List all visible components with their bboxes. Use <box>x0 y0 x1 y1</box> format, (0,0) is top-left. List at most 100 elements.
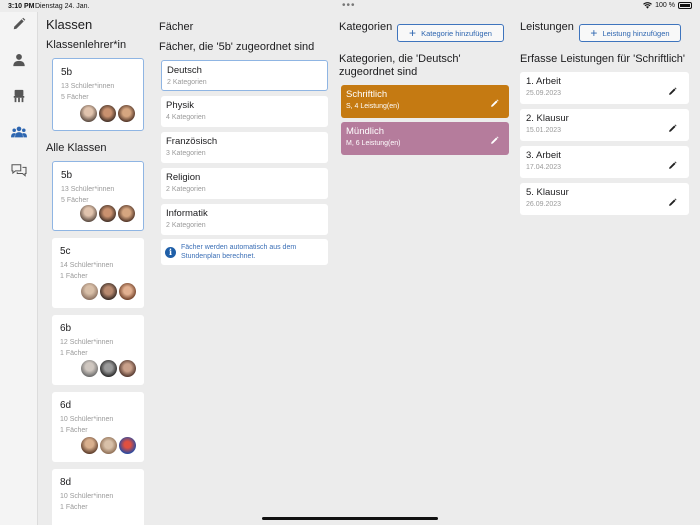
fach-item-informatik[interactable]: Informatik 2 Kategorien <box>161 204 328 235</box>
wifi-icon <box>643 2 653 9</box>
edit-pencil-icon[interactable] <box>490 95 499 113</box>
class-name: 6d <box>60 400 72 411</box>
battery-percent: 100 % <box>655 2 675 9</box>
class-subjects: 1 Fächer <box>60 350 88 357</box>
kategorie-detail: S, 4 Leistung(en) <box>346 103 400 110</box>
klassenlehrer-class-card[interactable]: 5b 13 Schüler*innen 5 Fächer <box>52 58 144 131</box>
avatar <box>119 437 136 454</box>
avatar <box>81 437 98 454</box>
leistung-item[interactable]: 3. Arbeit 17.04.2023 <box>520 146 689 178</box>
battery-icon <box>678 2 692 9</box>
faecher-subtitle: Fächer, die '5b' zugeordnet sind <box>159 41 315 53</box>
fach-count: 3 Kategorien <box>166 150 206 157</box>
kategorie-item-muendlich[interactable]: Mündlich M, 6 Leistung(en) <box>341 122 509 155</box>
avatar <box>80 105 97 122</box>
class-name: 5c <box>60 246 71 257</box>
class-students: 10 Schüler*innen <box>60 493 114 500</box>
status-bar: 3:10 PM Dienstag 24. Jan. ••• 100 % <box>0 0 700 12</box>
fach-name: Physik <box>166 100 194 111</box>
fach-name: Religion <box>166 172 201 183</box>
class-card-5b[interactable]: 5b 13 Schüler*innen 5 Fächer <box>52 161 144 231</box>
add-leistung-button[interactable]: + Leistung hinzufügen <box>579 24 681 42</box>
leistung-item[interactable]: 2. Klausur 15.01.2023 <box>520 109 689 141</box>
klassen-title: Klassen <box>46 17 93 32</box>
fach-count: 4 Kategorien <box>166 114 206 121</box>
kategorie-name: Schriftlich <box>346 89 388 100</box>
avatar <box>118 105 135 122</box>
edit-pencil-icon[interactable] <box>668 120 677 138</box>
alle-klassen-heading: Alle Klassen <box>46 142 107 154</box>
faecher-title: Fächer <box>159 21 194 33</box>
class-card-6b[interactable]: 6b 12 Schüler*innen 1 Fächer <box>52 315 144 385</box>
leistung-name: 5. Klausur <box>526 187 569 198</box>
leistung-name: 3. Arbeit <box>526 150 561 161</box>
edit-pencil-icon[interactable] <box>490 132 499 150</box>
avatar <box>100 360 117 377</box>
class-students: 14 Schüler*innen <box>60 262 114 269</box>
person-icon[interactable] <box>11 52 27 68</box>
fach-count: 2 Kategorien <box>166 222 206 229</box>
class-subjects: 5 Fächer <box>61 94 89 101</box>
multitasking-dots-icon[interactable]: ••• <box>342 0 356 11</box>
edit-pencil-icon[interactable] <box>668 157 677 175</box>
avatar-group <box>80 105 135 122</box>
status-time: 3:10 PM <box>8 3 35 10</box>
fach-name: Französisch <box>166 136 218 147</box>
chair-icon[interactable] <box>11 88 27 104</box>
avatar <box>100 283 117 300</box>
avatar-group <box>81 437 136 454</box>
add-kategorie-button[interactable]: + Kategorie hinzufügen <box>397 24 504 42</box>
class-subjects: 1 Fächer <box>60 427 88 434</box>
fach-item-religion[interactable]: Religion 2 Kategorien <box>161 168 328 199</box>
class-card-5c[interactable]: 5c 14 Schüler*innen 1 Fächer <box>52 238 144 308</box>
kategorien-title: Kategorien <box>339 21 393 33</box>
info-box: i Fächer werden automatisch aus dem Stun… <box>161 239 328 265</box>
edit-pencil-icon[interactable] <box>668 194 677 212</box>
klassenlehrer-heading: Klassenlehrer*in <box>46 39 127 51</box>
class-name: 5b <box>61 67 73 78</box>
leistung-item[interactable]: 1. Arbeit 25.09.2023 <box>520 72 689 104</box>
class-subjects: 1 Fächer <box>60 273 88 280</box>
class-card-6d[interactable]: 6d 10 Schüler*innen 1 Fächer <box>52 392 144 462</box>
chat-icon[interactable] <box>11 162 27 178</box>
home-indicator[interactable] <box>262 517 438 520</box>
status-date: Dienstag 24. Jan. <box>35 3 90 10</box>
klassen-column: Klassen Klassenlehrer*in 5b 13 Schüler*i… <box>38 12 150 525</box>
add-leistung-label: Leistung hinzufügen <box>602 28 670 38</box>
avatar <box>81 360 98 377</box>
icon-sidebar <box>0 12 38 525</box>
pencil-icon[interactable] <box>11 16 27 32</box>
class-students: 10 Schüler*innen <box>60 416 114 423</box>
class-card-8d[interactable]: 8d 10 Schüler*innen 1 Fächer <box>52 469 144 525</box>
fach-name: Deutsch <box>167 65 202 76</box>
leistung-name: 2. Klausur <box>526 113 569 124</box>
kategorie-item-schriftlich[interactable]: Schriftlich S, 4 Leistung(en) <box>341 85 509 118</box>
leistung-date: 25.09.2023 <box>526 90 562 97</box>
fach-name: Informatik <box>166 208 208 219</box>
info-icon: i <box>165 246 176 258</box>
plus-icon: + <box>409 26 417 40</box>
avatar <box>100 437 117 454</box>
leistung-item[interactable]: 5. Klausur 26.09.2023 <box>520 183 689 215</box>
class-name: 6b <box>60 323 72 334</box>
status-right: 100 % <box>643 2 692 9</box>
avatar <box>80 205 97 222</box>
avatar <box>81 283 98 300</box>
avatar <box>99 105 116 122</box>
fach-count: 2 Kategorien <box>167 79 207 86</box>
fach-count: 2 Kategorien <box>166 186 206 193</box>
leistung-date: 15.01.2023 <box>526 127 562 134</box>
edit-pencil-icon[interactable] <box>668 83 677 101</box>
avatar <box>119 283 136 300</box>
avatar-group <box>81 360 136 377</box>
leistung-date: 17.04.2023 <box>526 164 562 171</box>
group-icon[interactable] <box>11 124 27 140</box>
class-subjects: 1 Fächer <box>60 504 88 511</box>
fach-item-franzoesisch[interactable]: Französisch 3 Kategorien <box>161 132 328 163</box>
class-students: 13 Schüler*innen <box>61 83 115 90</box>
leistungen-title: Leistungen <box>520 21 574 33</box>
kategorien-subtitle: Kategorien, die 'Deutsch' zugeordnet sin… <box>339 53 461 78</box>
avatar <box>99 205 116 222</box>
fach-item-physik[interactable]: Physik 4 Kategorien <box>161 96 328 127</box>
fach-item-deutsch[interactable]: Deutsch 2 Kategorien <box>161 60 328 91</box>
